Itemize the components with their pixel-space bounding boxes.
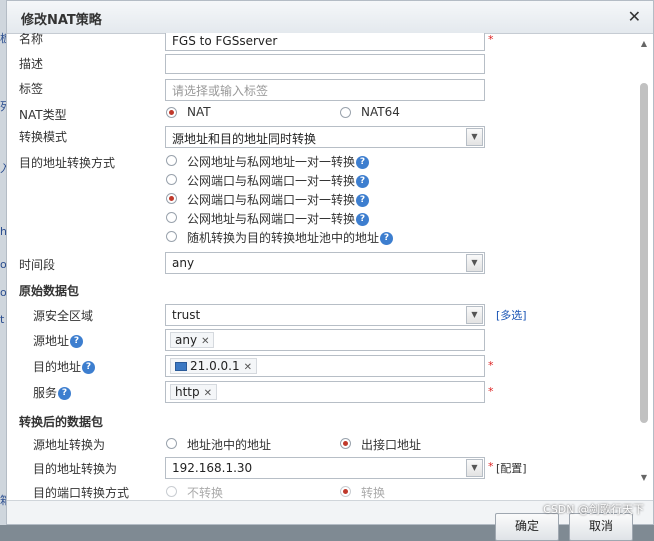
scroll-down-icon[interactable]: ▼ bbox=[639, 473, 649, 483]
dst-mode-option: 公网地址与私网地址一对一转换? bbox=[187, 153, 370, 170]
close-icon[interactable]: ✕ bbox=[628, 7, 641, 26]
src-addr-input[interactable]: any ✕ bbox=[165, 329, 485, 351]
host-icon bbox=[175, 362, 187, 371]
dst-mode-radio[interactable] bbox=[166, 155, 177, 166]
desc-input[interactable] bbox=[165, 54, 485, 74]
dst-port-radio-none[interactable] bbox=[166, 486, 177, 497]
time-select-value: any bbox=[172, 256, 195, 270]
dst-port-option: 不转换 bbox=[187, 486, 224, 500]
required-mark: * bbox=[488, 460, 494, 473]
address-tag: 21.0.0.1 ✕ bbox=[170, 358, 258, 374]
dialog-content: 名称 FGS to FGSserver * 描述 标签 请选择或输入标签 NAT… bbox=[7, 33, 637, 503]
mode-select[interactable]: 源地址和目的地址同时转换 ▼ bbox=[165, 126, 485, 148]
cancel-button[interactable]: 取消 bbox=[569, 513, 633, 541]
remove-icon[interactable]: ✕ bbox=[201, 336, 209, 347]
name-label: 名称 bbox=[19, 33, 44, 46]
orig-section-title: 原始数据包 bbox=[19, 284, 80, 298]
nat-type-label: NAT类型 bbox=[19, 108, 67, 122]
dialog-title: 修改NAT策略 bbox=[21, 13, 102, 28]
help-icon[interactable]: ? bbox=[70, 335, 84, 348]
dst-port-radio-trans[interactable] bbox=[340, 486, 351, 497]
src-addr-label: 源地址? bbox=[33, 332, 84, 349]
src-trans-label: 源地址转换为 bbox=[33, 438, 106, 452]
service-tag: http ✕ bbox=[170, 384, 218, 400]
trans-section-title: 转换后的数据包 bbox=[19, 415, 104, 429]
help-icon[interactable]: ? bbox=[58, 387, 72, 400]
required-mark: * bbox=[488, 385, 494, 398]
src-zone-label: 源安全区域 bbox=[33, 309, 94, 323]
ok-button[interactable]: 确定 bbox=[495, 513, 559, 541]
chevron-down-icon[interactable]: ▼ bbox=[466, 254, 483, 272]
chevron-down-icon[interactable]: ▼ bbox=[466, 128, 483, 146]
help-icon[interactable]: ? bbox=[356, 194, 370, 207]
dst-mode-option: 随机转换为目的转换地址池中的地址? bbox=[187, 229, 394, 246]
help-icon[interactable]: ? bbox=[82, 361, 96, 374]
dst-trans-select[interactable]: 192.168.1.30 ▼ bbox=[165, 457, 485, 479]
remove-icon[interactable]: ✕ bbox=[204, 388, 212, 399]
dst-port-label: 目的端口转换方式 bbox=[33, 486, 130, 500]
help-icon[interactable]: ? bbox=[356, 175, 370, 188]
multi-select-link[interactable]: [多选] bbox=[496, 307, 527, 323]
dst-trans-value: 192.168.1.30 bbox=[172, 461, 253, 475]
address-tag: any ✕ bbox=[170, 332, 215, 348]
nat-type-radio-nat[interactable] bbox=[166, 107, 177, 118]
src-zone-select[interactable]: trust ▼ bbox=[165, 304, 485, 326]
mode-label: 转换模式 bbox=[19, 130, 68, 144]
dst-mode-option: 公网端口与私网端口一对一转换? bbox=[187, 172, 370, 189]
dst-mode-radio[interactable] bbox=[166, 212, 177, 223]
dst-mode-option: 公网端口与私网端口一对一转换? bbox=[187, 191, 370, 208]
tag-label: 标签 bbox=[19, 82, 44, 96]
bg-text: t bbox=[0, 313, 5, 326]
watermark: CSDN @剑歌行天下 bbox=[543, 503, 644, 516]
dst-mode-radio[interactable] bbox=[166, 193, 177, 204]
src-trans-radio-pool[interactable] bbox=[166, 438, 177, 449]
vertical-scrollbar[interactable]: ▲ ▼ bbox=[637, 35, 651, 503]
nat-type-option: NAT64 bbox=[361, 105, 400, 119]
dst-mode-label: 目的地址转换方式 bbox=[19, 156, 116, 170]
dst-port-option: 转换 bbox=[361, 486, 386, 500]
required-mark: * bbox=[488, 359, 494, 372]
chevron-down-icon[interactable]: ▼ bbox=[466, 459, 483, 477]
src-trans-option: 地址池中的地址 bbox=[187, 438, 272, 452]
service-input[interactable]: http ✕ bbox=[165, 381, 485, 403]
nat-type-radio-nat64[interactable] bbox=[340, 107, 351, 118]
dst-mode-radio[interactable] bbox=[166, 231, 177, 242]
remove-icon[interactable]: ✕ bbox=[244, 362, 252, 373]
config-link[interactable]: [配置] bbox=[496, 460, 527, 476]
dst-mode-option: 公网地址与私网端口一对一转换? bbox=[187, 210, 370, 227]
service-label: 服务? bbox=[33, 384, 72, 401]
dialog-titlebar: 修改NAT策略 ✕ bbox=[7, 1, 653, 34]
dst-trans-label: 目的地址转换为 bbox=[33, 462, 118, 476]
time-select[interactable]: any ▼ bbox=[165, 252, 485, 274]
dst-addr-input[interactable]: 21.0.0.1 ✕ bbox=[165, 355, 485, 377]
help-icon[interactable]: ? bbox=[356, 156, 370, 169]
mode-select-value: 源地址和目的地址同时转换 bbox=[172, 132, 317, 146]
tag-input[interactable]: 请选择或输入标签 bbox=[165, 79, 485, 101]
chevron-down-icon[interactable]: ▼ bbox=[466, 306, 483, 324]
help-icon[interactable]: ? bbox=[380, 232, 394, 245]
nat-policy-dialog: 修改NAT策略 ✕ 名称 FGS to FGSserver * 描述 标签 请选… bbox=[6, 0, 654, 541]
name-input[interactable]: FGS to FGSserver bbox=[165, 33, 485, 51]
desc-label: 描述 bbox=[19, 57, 44, 71]
src-zone-value: trust bbox=[172, 308, 201, 322]
help-icon[interactable]: ? bbox=[356, 213, 370, 226]
src-trans-option: 出接口地址 bbox=[361, 438, 422, 452]
time-label: 时间段 bbox=[19, 258, 56, 272]
dst-mode-radio[interactable] bbox=[166, 174, 177, 185]
dst-addr-label: 目的地址? bbox=[33, 358, 96, 375]
required-mark: * bbox=[488, 33, 494, 46]
scroll-up-icon[interactable]: ▲ bbox=[639, 39, 649, 49]
nat-type-option: NAT bbox=[187, 105, 211, 119]
src-trans-radio-iface[interactable] bbox=[340, 438, 351, 449]
scrollbar-thumb[interactable] bbox=[640, 83, 648, 423]
